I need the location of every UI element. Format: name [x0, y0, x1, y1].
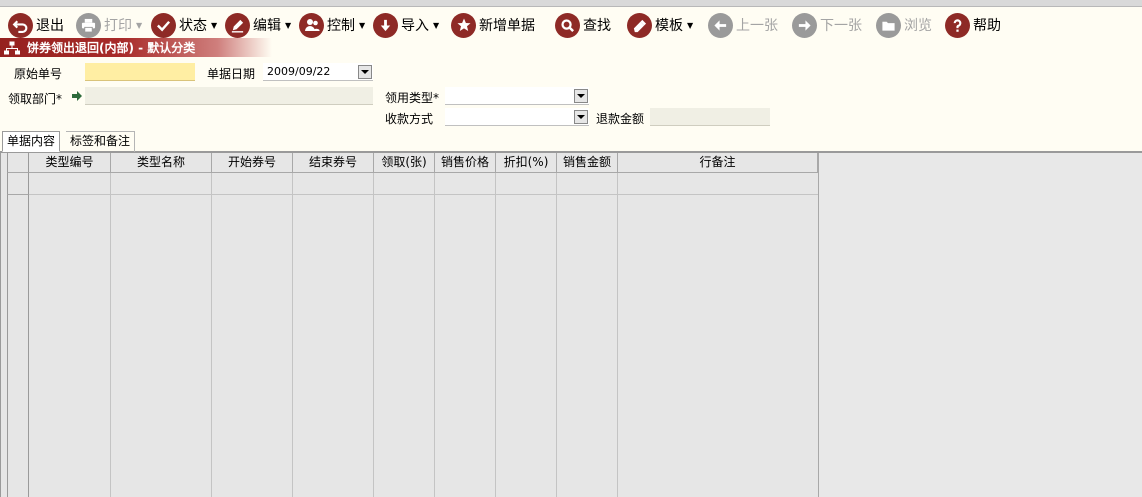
arrow-left-icon	[708, 12, 733, 38]
edit-button[interactable]: 编辑 ▼	[225, 11, 291, 39]
browse-label: 浏览	[904, 18, 932, 34]
undo-icon	[8, 12, 33, 38]
edit-dropdown-icon[interactable]: ▼	[285, 21, 291, 30]
import-label: 导入	[401, 18, 429, 34]
column-header-start-number[interactable]: 开始券号	[212, 153, 293, 173]
grid-empty-area	[818, 153, 1142, 497]
pencil-icon	[225, 12, 250, 38]
toolbar: 退出 打印 ▼ 状态 ▼ 编辑 ▼ 控制 ▼ 导入 ▼ 新增单据 查找 模板 ▼…	[0, 9, 1142, 41]
check-icon	[151, 12, 176, 38]
arrow-right-icon	[792, 12, 817, 38]
edit-label: 编辑	[253, 18, 281, 34]
new-document-button[interactable]: 新增单据	[451, 11, 535, 39]
table-row[interactable]	[29, 194, 818, 195]
next-label: 下一张	[820, 18, 862, 34]
grid-corner-cell	[7, 153, 29, 173]
window-top-strip	[0, 0, 1142, 7]
payment-method-select[interactable]	[445, 108, 589, 126]
exit-button[interactable]: 退出	[8, 11, 64, 39]
eraser-icon	[627, 12, 652, 38]
line-items-grid[interactable]: 类型编号 类型名称 开始券号 结束券号 领取(张) 销售价格 折扣(%) 销售金…	[0, 152, 1142, 497]
arrow-down-icon	[373, 12, 398, 38]
lookup-arrow-icon[interactable]	[71, 90, 83, 102]
import-dropdown-icon[interactable]: ▼	[433, 21, 439, 30]
department-label: 领取部门*	[8, 92, 63, 106]
help-button[interactable]: 帮助	[945, 11, 1001, 39]
control-button[interactable]: 控制 ▼	[299, 11, 365, 39]
document-title: 饼券领出退回(内部) - 默认分类	[27, 41, 196, 55]
row-indicator-area	[7, 195, 29, 497]
document-date-picker[interactable]: 2009/09/22	[263, 63, 373, 81]
document-date-label: 单据日期	[207, 67, 256, 81]
row-indicator[interactable]	[7, 173, 29, 195]
grid-divider	[556, 173, 557, 497]
print-button[interactable]: 打印 ▼	[76, 11, 142, 39]
template-dropdown-icon[interactable]: ▼	[687, 21, 693, 30]
question-icon	[945, 12, 970, 38]
status-button[interactable]: 状态 ▼	[151, 11, 217, 39]
template-button[interactable]: 模板 ▼	[627, 11, 693, 39]
star-icon	[451, 12, 476, 38]
column-header-sale-amount[interactable]: 销售金额	[557, 153, 618, 173]
exit-label: 退出	[36, 18, 64, 34]
original-number-input[interactable]	[85, 63, 195, 81]
tab-tags-and-notes[interactable]: 标签和备注	[66, 131, 136, 152]
print-label: 打印	[104, 18, 132, 34]
users-icon	[299, 12, 324, 38]
tab-document-content[interactable]: 单据内容	[2, 131, 61, 152]
department-input[interactable]	[85, 87, 373, 105]
column-header-discount[interactable]: 折扣(%)	[496, 153, 557, 173]
search-icon	[555, 12, 580, 38]
import-button[interactable]: 导入 ▼	[373, 11, 439, 39]
tab-bar: 单据内容 标签和备注	[0, 130, 1142, 152]
original-number-label: 原始单号	[14, 67, 63, 81]
folder-icon	[876, 12, 901, 38]
help-label: 帮助	[973, 18, 1001, 34]
payment-method-label: 收款方式	[385, 112, 434, 126]
status-label: 状态	[179, 18, 207, 34]
previous-button[interactable]: 上一张	[708, 11, 778, 39]
printer-icon	[76, 12, 101, 38]
grid-divider	[211, 173, 212, 497]
grid-divider	[110, 173, 111, 497]
column-header-type-code[interactable]: 类型编号	[29, 153, 111, 173]
template-label: 模板	[655, 18, 683, 34]
document-title-bar: 饼券领出退回(内部) - 默认分类	[0, 38, 272, 57]
grid-divider	[495, 173, 496, 497]
search-label: 查找	[583, 18, 611, 34]
previous-label: 上一张	[736, 18, 778, 34]
next-button[interactable]: 下一张	[792, 11, 862, 39]
org-chart-icon	[3, 40, 21, 56]
refund-amount-label: 退款金额	[596, 112, 645, 126]
grid-divider	[373, 173, 374, 497]
column-header-type-name[interactable]: 类型名称	[111, 153, 212, 173]
grid-divider	[617, 173, 618, 497]
use-type-label: 领用类型*	[385, 91, 440, 105]
column-header-sale-price[interactable]: 销售价格	[435, 153, 496, 173]
control-label: 控制	[327, 18, 355, 34]
payment-method-dropdown-icon[interactable]	[574, 110, 588, 124]
document-date-value: 2009/09/22	[267, 65, 331, 78]
grid-divider	[292, 173, 293, 497]
date-dropdown-icon[interactable]	[358, 65, 372, 79]
grid-divider	[434, 173, 435, 497]
control-dropdown-icon[interactable]: ▼	[359, 21, 365, 30]
use-type-dropdown-icon[interactable]	[574, 89, 588, 103]
search-button[interactable]: 查找	[555, 11, 611, 39]
new-document-label: 新增单据	[479, 18, 535, 34]
column-header-quantity[interactable]: 领取(张)	[374, 153, 435, 173]
print-dropdown-icon[interactable]: ▼	[136, 21, 142, 30]
use-type-select[interactable]	[445, 87, 589, 105]
browse-button[interactable]: 浏览	[876, 11, 932, 39]
column-header-end-number[interactable]: 结束券号	[293, 153, 374, 173]
column-header-row-note[interactable]: 行备注	[618, 153, 818, 173]
refund-amount-input[interactable]	[650, 108, 770, 126]
status-dropdown-icon[interactable]: ▼	[211, 21, 217, 30]
